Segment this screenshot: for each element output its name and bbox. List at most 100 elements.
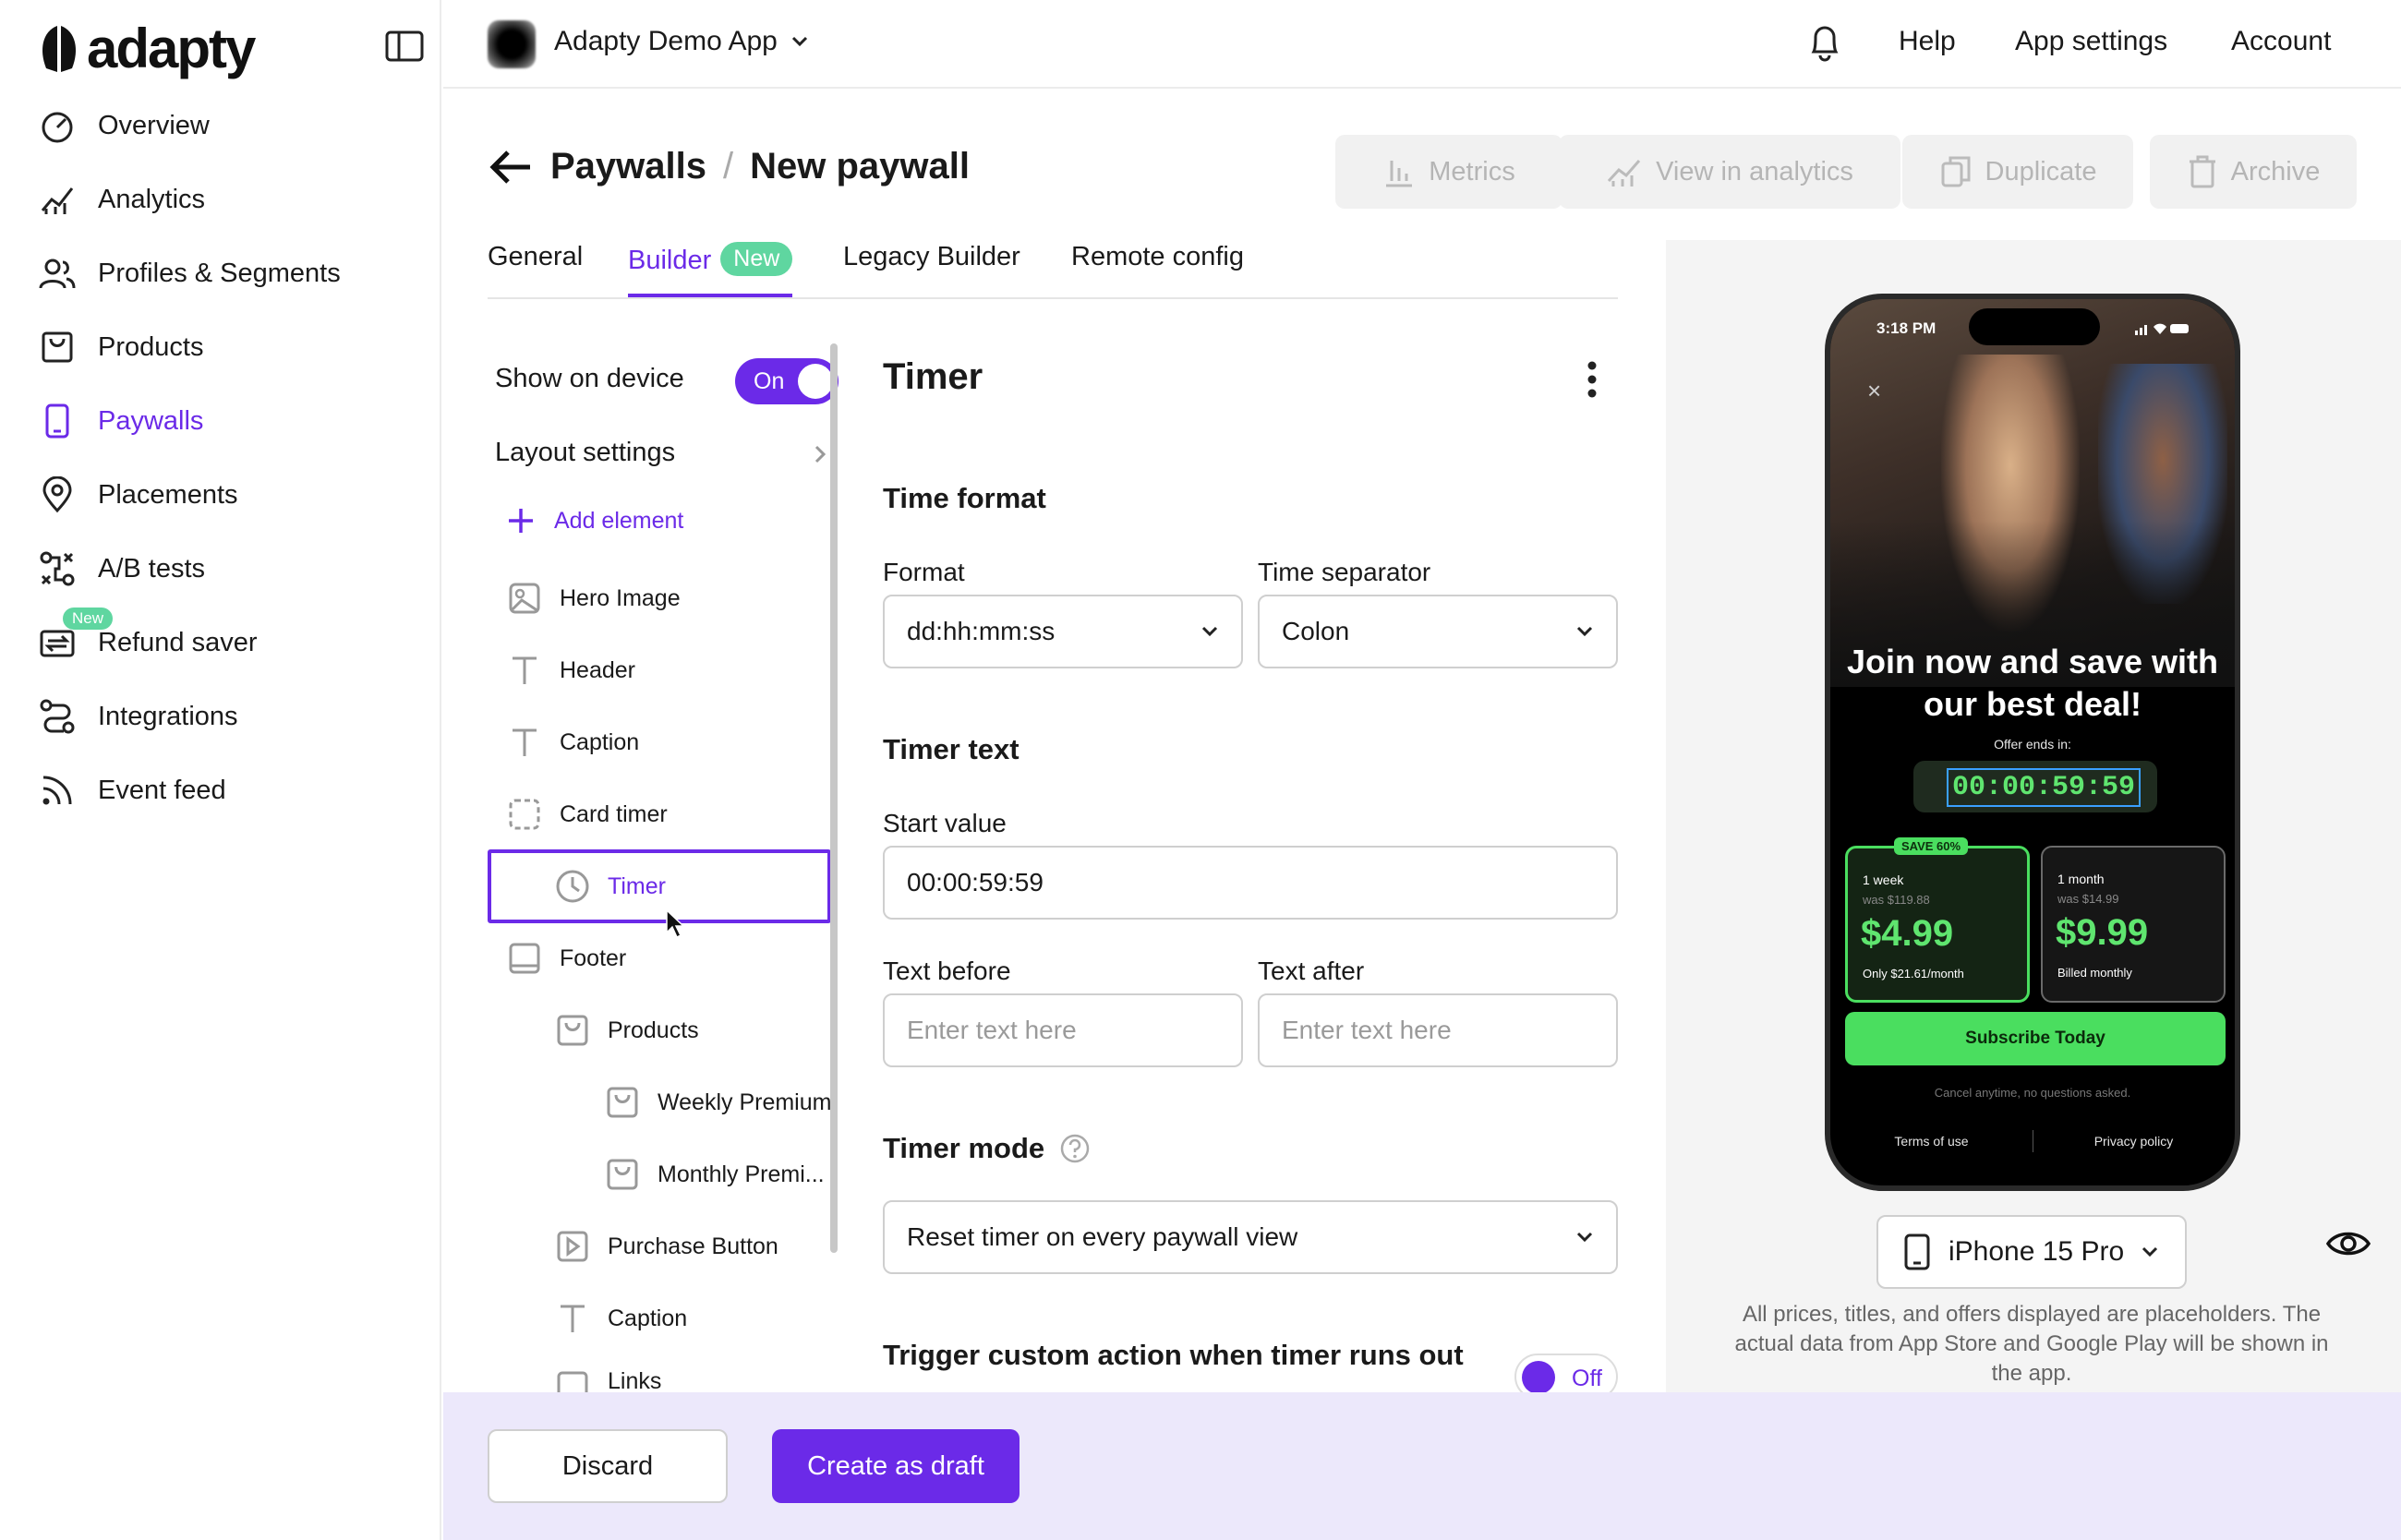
tab-builder[interactable]: Builder New bbox=[628, 242, 793, 297]
tree-item-label: Timer bbox=[608, 872, 666, 899]
tree-item-label: Links bbox=[608, 1368, 662, 1392]
view-in-analytics-button[interactable]: View in analytics bbox=[1559, 135, 1900, 209]
app-settings-link[interactable]: App settings bbox=[2015, 26, 2167, 57]
preview-headline: Join now and save with our best deal! bbox=[1846, 643, 2219, 723]
sidebar-item-placements[interactable]: Placements bbox=[37, 467, 238, 523]
preview-cancel-note: Cancel anytime, no questions asked. bbox=[1934, 1086, 2131, 1100]
sidebar-item-ab-tests[interactable]: A/B tests bbox=[37, 541, 205, 596]
tab-bar: General Builder New Legacy Builder Remote… bbox=[488, 242, 1618, 299]
sidebar-item-products[interactable]: Products bbox=[37, 319, 203, 375]
discard-button[interactable]: Discard bbox=[488, 1429, 728, 1503]
bar-chart-icon bbox=[1386, 161, 1413, 187]
device-name: iPhone 15 Pro bbox=[1949, 1236, 2125, 1267]
card-was-price: was $14.99 bbox=[2057, 892, 2119, 906]
tree-item-monthly-premium[interactable]: Monthly Premi... bbox=[488, 1139, 831, 1209]
adapty-logo[interactable]: adapty bbox=[37, 17, 256, 80]
save-badge: SAVE 60% bbox=[1894, 837, 1969, 855]
tree-item-header[interactable]: Header bbox=[488, 635, 831, 705]
show-on-device-label: Show on device bbox=[495, 364, 684, 393]
eye-icon[interactable] bbox=[2325, 1228, 2371, 1259]
tree-item-links[interactable]: Links bbox=[488, 1355, 831, 1392]
tab-remote-config[interactable]: Remote config bbox=[1071, 242, 1244, 297]
text-before-input[interactable]: Enter text here bbox=[883, 993, 1243, 1067]
start-value-input[interactable]: 00:00:59:59 bbox=[883, 846, 1618, 920]
sidebar-item-event-feed[interactable]: Event feed bbox=[37, 763, 226, 818]
separator-value: Colon bbox=[1282, 617, 1350, 645]
account-link[interactable]: Account bbox=[2231, 26, 2331, 57]
chevron-down-icon bbox=[791, 36, 807, 47]
device-select[interactable]: iPhone 15 Pro bbox=[1876, 1215, 2187, 1289]
page-title: New paywall bbox=[750, 146, 971, 186]
chevron-down-icon bbox=[2142, 1246, 2158, 1257]
image-icon bbox=[506, 580, 543, 617]
text-after-input[interactable]: Enter text here bbox=[1258, 993, 1618, 1067]
add-element-button[interactable]: Add element bbox=[506, 506, 683, 535]
tab-legacy-builder[interactable]: Legacy Builder bbox=[843, 242, 1020, 297]
tree-item-caption[interactable]: Caption bbox=[488, 707, 831, 777]
format-select[interactable]: dd:hh:mm:ss bbox=[883, 595, 1243, 668]
bell-icon[interactable] bbox=[1806, 20, 1843, 65]
tree-item-purchase-button[interactable]: Purchase Button bbox=[488, 1211, 831, 1281]
adapty-logo-icon bbox=[42, 25, 76, 72]
text-icon bbox=[554, 1300, 591, 1337]
breadcrumb-paywalls[interactable]: Paywalls bbox=[550, 146, 706, 187]
app-switcher[interactable]: Adapty Demo App bbox=[554, 26, 809, 57]
timer-mode-value: Reset timer on every paywall view bbox=[907, 1222, 1298, 1251]
toggle-off-label: Off bbox=[1572, 1366, 1602, 1391]
time-format-heading: Time format bbox=[883, 482, 1046, 514]
chevron-right-icon bbox=[814, 445, 826, 463]
tree-item-hero-image[interactable]: Hero Image bbox=[488, 563, 831, 633]
tree-scrollbar[interactable] bbox=[830, 343, 838, 1253]
sidebar-collapse-icon[interactable] bbox=[384, 28, 425, 65]
tree-item-caption-2[interactable]: Caption bbox=[488, 1283, 831, 1354]
archive-label: Archive bbox=[2230, 156, 2321, 186]
clock-icon bbox=[554, 868, 591, 905]
tree-item-label: Hero Image bbox=[560, 584, 681, 611]
create-as-draft-button[interactable]: Create as draft bbox=[772, 1429, 1020, 1503]
timer-mode-select[interactable]: Reset timer on every paywall view bbox=[883, 1200, 1618, 1274]
more-options-icon[interactable] bbox=[1585, 360, 1599, 399]
sidebar-item-profiles[interactable]: Profiles & Segments bbox=[37, 246, 341, 301]
sidebar-item-analytics[interactable]: Analytics bbox=[37, 172, 205, 227]
route-icon bbox=[37, 696, 78, 737]
tree-item-weekly-premium[interactable]: Weekly Premium bbox=[488, 1067, 835, 1137]
card-period: 1 week bbox=[1863, 872, 1904, 887]
logo-text: adapty bbox=[87, 18, 256, 79]
tree-item-label: Card timer bbox=[560, 800, 668, 827]
chart-icon bbox=[37, 179, 78, 220]
bag-icon bbox=[604, 1084, 641, 1121]
hero-image bbox=[1830, 299, 2235, 687]
text-icon bbox=[506, 652, 543, 689]
tree-item-card-timer[interactable]: Card timer bbox=[488, 779, 831, 849]
terms-link: Terms of use bbox=[1894, 1134, 1969, 1149]
archive-button[interactable]: Archive bbox=[2150, 135, 2357, 209]
help-link[interactable]: Help bbox=[1899, 26, 1956, 57]
tab-general[interactable]: General bbox=[488, 242, 583, 297]
sidebar-item-integrations[interactable]: Integrations bbox=[37, 689, 238, 744]
tree-item-timer[interactable]: Timer bbox=[488, 849, 831, 923]
layout-settings-row[interactable]: Layout settings bbox=[495, 438, 827, 468]
tab-builder-label: Builder bbox=[628, 246, 712, 275]
trash-icon bbox=[2189, 155, 2215, 188]
tree-item-footer[interactable]: Footer bbox=[488, 923, 831, 993]
toggle-knob bbox=[798, 364, 833, 399]
tree-item-label: Caption bbox=[608, 1305, 688, 1331]
help-circle-icon[interactable] bbox=[1059, 1133, 1091, 1164]
tree-item-label: Header bbox=[560, 656, 635, 683]
text-icon bbox=[506, 724, 543, 761]
text-after-placeholder: Enter text here bbox=[1282, 1016, 1452, 1044]
duplicate-button[interactable]: Duplicate bbox=[1902, 135, 2133, 209]
sidebar-item-label: Products bbox=[98, 331, 204, 362]
bag-icon bbox=[554, 1012, 591, 1049]
metrics-button[interactable]: Metrics bbox=[1335, 135, 1562, 209]
sidebar-item-paywalls[interactable]: Paywalls bbox=[37, 393, 203, 449]
sidebar-item-overview[interactable]: Overview bbox=[37, 98, 210, 153]
show-on-device-toggle[interactable]: On bbox=[735, 358, 839, 404]
sidebar-item-label: Paywalls bbox=[98, 405, 204, 436]
back-arrow-icon[interactable] bbox=[488, 149, 534, 186]
toggle-knob bbox=[1522, 1361, 1555, 1394]
tree-item-products[interactable]: Products bbox=[488, 995, 831, 1065]
close-icon[interactable]: × bbox=[1867, 377, 1881, 405]
time-separator-select[interactable]: Colon bbox=[1258, 595, 1618, 668]
preview-offer-ends: Offer ends in: bbox=[1994, 737, 2071, 752]
